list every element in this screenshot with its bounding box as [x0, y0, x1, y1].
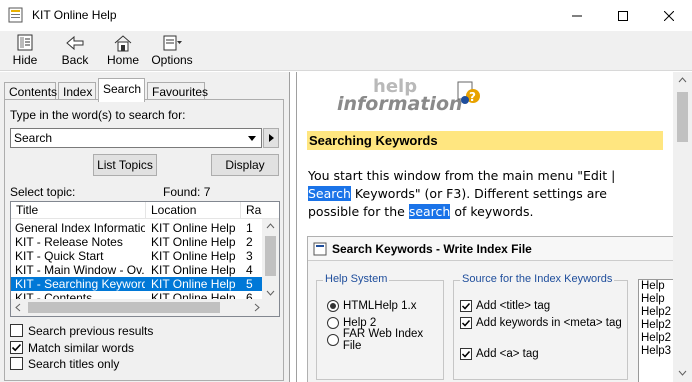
column-rank[interactable]: Ra — [241, 202, 279, 219]
navigation-pane: Contents Index Search Favourites Type in… — [0, 72, 290, 382]
table-row[interactable]: General Index Information KIT Online Hel… — [11, 221, 264, 235]
display-button[interactable]: Display — [211, 154, 279, 176]
options-icon — [161, 33, 183, 53]
list-topics-button[interactable]: List Topics — [93, 154, 157, 176]
results-vertical-scrollbar[interactable] — [262, 219, 279, 301]
found-count: Found: 7 — [163, 185, 211, 199]
match-similar-checkbox[interactable]: Match similar words — [10, 340, 134, 355]
window-title: KIT Online Help — [32, 8, 117, 22]
radio-htmlhelp[interactable]: HTMLHelp 1.x — [327, 299, 417, 313]
maximize-button[interactable] — [600, 0, 646, 31]
titles-only-checkbox[interactable]: Search titles only — [10, 356, 119, 371]
home-icon — [112, 33, 134, 53]
help-system-group: Help System HTMLHelp 1.x Help 2 FAR Web … — [316, 273, 444, 380]
add-title-tag-checkbox[interactable]: Add <title> tag — [460, 299, 550, 313]
help-information-logo: help information ? — [331, 74, 531, 118]
search-highlight: search — [408, 204, 451, 219]
back-button[interactable]: Back — [58, 33, 92, 69]
table-row[interactable]: KIT - Main Window - Ov... KIT Online Hel… — [11, 263, 264, 277]
dialog-screenshot: Search Keywords - Write Index File Help … — [307, 236, 682, 382]
content-pane: help information ? Searching Keywords Yo… — [296, 72, 692, 382]
play-arrow-icon — [268, 134, 274, 142]
search-previous-checkbox[interactable]: Search previous results — [10, 323, 153, 338]
svg-text:?: ? — [469, 90, 476, 104]
close-button[interactable] — [646, 0, 692, 31]
help-app-icon — [8, 7, 24, 23]
home-button[interactable]: Home — [106, 33, 140, 69]
source-keywords-group: Source for the Index Keywords Add <title… — [453, 273, 628, 380]
content-paragraph: You start this window from the main menu… — [308, 168, 616, 219]
title-bar: KIT Online Help — [0, 0, 692, 31]
column-location[interactable]: Location — [146, 202, 241, 219]
column-title[interactable]: Title — [11, 202, 146, 219]
table-row-selected[interactable]: KIT - Searching Keywords KIT Online Help… — [11, 277, 264, 291]
search-keywords-icon — [313, 242, 327, 256]
table-row[interactable]: KIT - Quick Start KIT Online Help 3 — [11, 249, 264, 263]
options-button[interactable]: Options — [151, 33, 193, 69]
hide-label: Hide — [12, 53, 38, 67]
radio-far-web-index[interactable]: FAR Web Index File — [327, 328, 443, 352]
home-label: Home — [106, 53, 139, 67]
search-prompt: Type in the word(s) to search for: — [10, 108, 186, 122]
tab-search[interactable]: Search — [98, 78, 145, 102]
back-label: Back — [61, 53, 89, 67]
add-meta-keywords-checkbox[interactable]: Add keywords in <meta> tag — [460, 316, 622, 330]
search-panel: Type in the word(s) to search for: List … — [4, 99, 284, 381]
search-highlight: Search — [308, 186, 351, 201]
results-horizontal-scrollbar[interactable] — [11, 299, 279, 316]
chevron-down-icon[interactable] — [244, 130, 260, 146]
dialog-title: Search Keywords - Write Index File — [308, 237, 676, 261]
minimize-button[interactable] — [554, 0, 600, 31]
results-header: Title Location Ra — [11, 202, 279, 219]
search-combobox[interactable] — [10, 128, 262, 148]
results-list[interactable]: Title Location Ra General Index Informat… — [10, 201, 280, 317]
search-go-button[interactable] — [263, 128, 279, 148]
add-a-tag-checkbox[interactable]: Add <a> tag — [460, 347, 539, 361]
table-row[interactable]: KIT - Release Notes KIT Online Help 2 — [11, 235, 264, 249]
checkmark-icon — [10, 341, 23, 354]
content-vertical-scrollbar[interactable] — [673, 72, 692, 382]
options-label: Options — [151, 53, 193, 67]
page-title: Searching Keywords — [307, 131, 663, 150]
hide-button[interactable]: Hide — [10, 33, 40, 69]
toolbar: Hide Back Home Options — [0, 31, 692, 71]
search-input[interactable] — [11, 129, 239, 147]
select-topic-label: Select topic: — [10, 185, 76, 199]
back-arrow-icon — [64, 33, 86, 53]
svg-text:information: information — [337, 93, 463, 115]
hide-icon — [14, 33, 36, 53]
